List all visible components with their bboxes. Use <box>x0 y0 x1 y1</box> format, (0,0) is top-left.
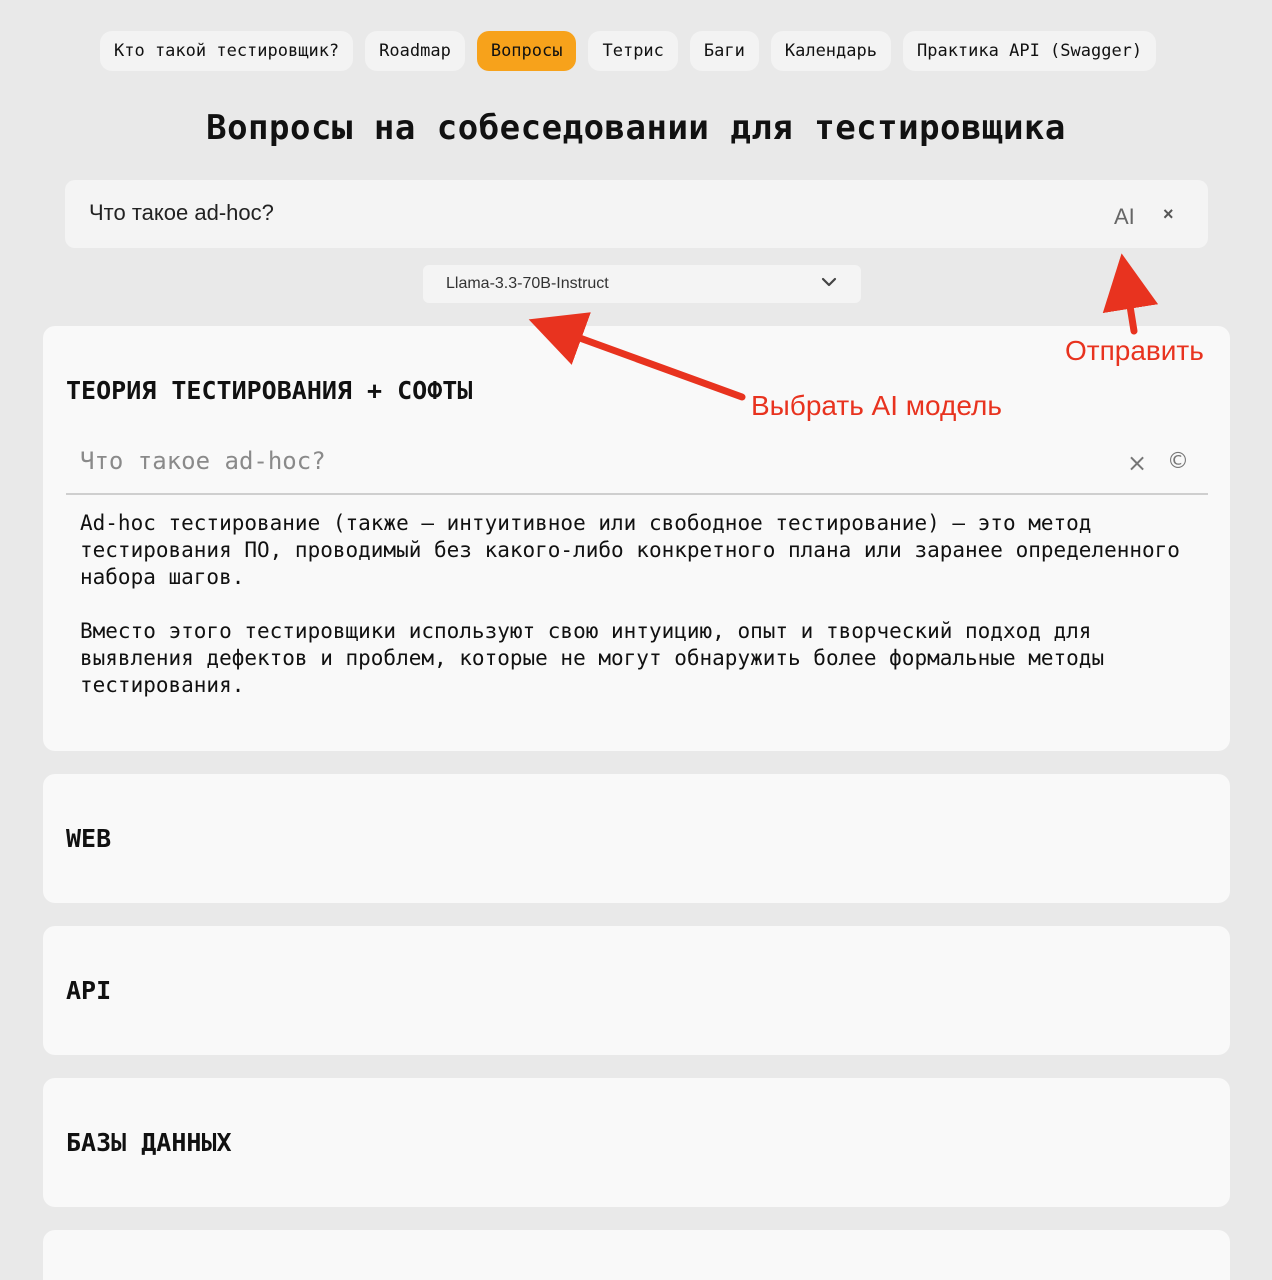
ai-search-input[interactable]: Что такое ad-hoc? <box>89 200 274 226</box>
close-icon[interactable]: × <box>1127 449 1147 477</box>
answer-text: Ad-hoc тестирование (также — интуитивное… <box>80 510 1200 699</box>
section-card-databases[interactable]: БАЗЫ ДАННЫХ <box>43 1078 1230 1207</box>
chevron-down-icon <box>821 277 837 287</box>
section-title: БАЗЫ ДАННЫХ <box>66 1128 232 1157</box>
nav-item-bugs[interactable]: Баги <box>689 31 759 71</box>
question-row: Что такое ad-hoc? × © <box>66 436 1208 495</box>
page-title: Вопросы на собеседовании для тестировщик… <box>206 108 1066 148</box>
annotation-choose-model: Выбрать AI модель <box>751 390 1002 421</box>
ai-clear-button[interactable]: × <box>1163 204 1174 225</box>
annotation-send: Отправить <box>1065 335 1204 366</box>
section-card-api[interactable]: API <box>43 926 1230 1055</box>
nav-item-who-is-tester[interactable]: Кто такой тестировщик? <box>100 31 354 71</box>
nav-item-tetris[interactable]: Тетрис <box>588 31 678 71</box>
section-title: API <box>66 976 112 1005</box>
section-title[interactable]: ТЕОРИЯ ТЕСТИРОВАНИЯ + СОФТЫ <box>66 376 472 405</box>
section-card-next[interactable] <box>43 1230 1230 1280</box>
ai-search-bar: Что такое ad-hoc? AI × <box>65 180 1208 248</box>
nav-item-roadmap[interactable]: Roadmap <box>365 31 465 71</box>
section-card-web[interactable]: WEB <box>43 774 1230 903</box>
top-nav: Кто такой тестировщик? Roadmap Вопросы Т… <box>100 31 1157 71</box>
model-select-value: Llama-3.3-70B-Instruct <box>446 275 609 292</box>
nav-item-calendar[interactable]: Календарь <box>770 31 891 71</box>
ai-send-button[interactable]: AI <box>1114 204 1135 230</box>
section-title: WEB <box>66 824 112 853</box>
answer-paragraph: Ad-hoc тестирование (также — интуитивное… <box>80 511 1180 589</box>
copy-icon[interactable]: © <box>1167 449 1189 474</box>
arrow-to-send <box>1102 253 1159 335</box>
question-text[interactable]: Что такое ad-hoc? <box>80 447 326 475</box>
answer-paragraph: Вместо этого тестировщики используют сво… <box>80 619 1105 697</box>
nav-item-questions[interactable]: Вопросы <box>476 31 577 71</box>
section-card-theory: ТЕОРИЯ ТЕСТИРОВАНИЯ + СОФТЫ Что такое ad… <box>43 326 1230 751</box>
nav-item-api-practice[interactable]: Практика API (Swagger) <box>902 31 1157 71</box>
model-select[interactable]: Llama-3.3-70B-Instruct <box>423 265 861 303</box>
